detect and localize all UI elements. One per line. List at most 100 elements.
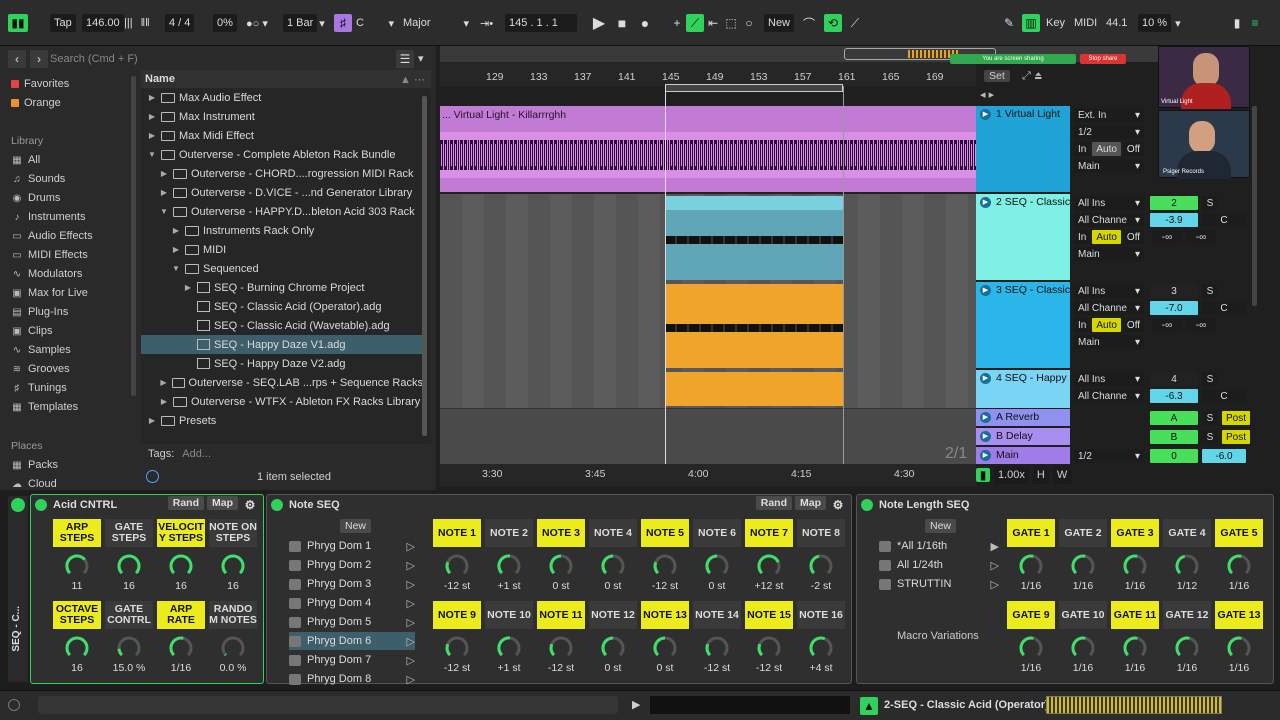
filter-dropdown-icon[interactable]: ▾ xyxy=(418,52,424,65)
knob-dial[interactable] xyxy=(116,553,142,579)
note-map-button[interactable]: Map xyxy=(795,496,826,510)
midi-clip-track-3[interactable] xyxy=(665,284,843,368)
sidebar-item-instruments[interactable]: ♪ Instruments xyxy=(11,211,86,223)
variation-play-icon[interactable]: ▷ xyxy=(991,578,999,591)
volume-field[interactable]: -7.0 xyxy=(1150,301,1198,315)
browser-row[interactable]: ▶ Max Audio Effect xyxy=(141,88,423,107)
input-type-select[interactable]: All Ins ▾ xyxy=(1074,196,1144,210)
sidebar-item-audio-effects[interactable]: ▭ Audio Effects xyxy=(11,230,92,242)
meter-icon[interactable]: ▮ xyxy=(976,468,990,482)
knob-dial[interactable] xyxy=(704,553,730,579)
chevron-down-icon[interactable]: ▼ xyxy=(159,207,169,216)
prev-locator-icon[interactable]: ◂ ▸ xyxy=(980,88,994,101)
scale-mode-icon[interactable]: ♯ xyxy=(334,14,352,32)
browser-row[interactable]: ▼ Outerverse - Complete Ableton Rack Bund… xyxy=(141,145,423,164)
solo-button[interactable]: S xyxy=(1202,430,1218,444)
input-type-select[interactable]: Ext. In ▾ xyxy=(1074,108,1144,122)
monitor-auto-button[interactable]: Auto xyxy=(1092,230,1121,244)
knob-dial[interactable] xyxy=(1226,635,1252,661)
punch-icon[interactable]: ⟋ xyxy=(846,14,864,32)
sidebar-item-tunings[interactable]: ♯ Tunings xyxy=(11,382,67,394)
output-select[interactable]: Main ▾ xyxy=(1074,335,1144,349)
time-ruler[interactable]: 3:30 3:45 4:00 4:15 4:30 xyxy=(440,464,976,486)
track-activator-button[interactable]: 4 xyxy=(1150,372,1198,386)
audio-clip-virtual-light[interactable]: ... Virtual Light - Killarrrghh xyxy=(440,106,976,192)
sidebar-item-midi-effects[interactable]: ▭ MIDI Effects xyxy=(11,249,87,261)
knob-dial[interactable] xyxy=(1122,635,1148,661)
capture-icon[interactable]: ⬚ xyxy=(722,14,740,32)
pencil-icon[interactable]: ✎ xyxy=(1000,14,1018,32)
volume-field[interactable]: -3.9 xyxy=(1150,213,1198,227)
track-fold-icon[interactable]: ▶ xyxy=(980,197,991,208)
browser-row[interactable]: ▶ Outerverse - CHORD....rogression MIDI R… xyxy=(141,164,423,183)
knob-dial[interactable] xyxy=(808,635,834,661)
knob-dial[interactable] xyxy=(64,553,90,579)
collection-orange[interactable]: Orange xyxy=(11,97,61,109)
track-activator-button[interactable]: 0 xyxy=(1150,449,1198,463)
knob-dial[interactable] xyxy=(1226,553,1252,579)
sidebar-item-drums[interactable]: ◉ Drums xyxy=(11,192,61,204)
search-input[interactable]: Search (Cmd + F) xyxy=(50,51,390,67)
places-item-cloud[interactable]: ☁ Cloud xyxy=(11,478,57,490)
knob-dial[interactable] xyxy=(444,553,470,579)
browser-row[interactable]: ▶ Max Midi Effect xyxy=(141,126,423,145)
camera-icon[interactable] xyxy=(879,559,891,571)
variation-play-icon[interactable]: ▷ xyxy=(407,540,415,553)
zoom-field[interactable]: 1.00x xyxy=(994,466,1029,484)
knob-dial[interactable] xyxy=(220,553,246,579)
note-settings-icon[interactable]: ⚙ xyxy=(829,496,847,514)
browser-row[interactable]: ▼ Sequenced xyxy=(141,259,423,278)
chevron-right-icon[interactable]: ▶ xyxy=(171,226,181,235)
stop-share-button[interactable]: Stop share xyxy=(1080,54,1126,64)
sidebar-item-sounds[interactable]: ♫ Sounds xyxy=(11,173,65,185)
browser-row[interactable]: ▶ Max Instrument xyxy=(141,107,423,126)
track-header-6[interactable]: ▶ B Delay xyxy=(976,428,1070,445)
pan-field[interactable]: C xyxy=(1202,301,1246,315)
note-rand-button[interactable]: Rand xyxy=(755,496,792,510)
tree-scrollbar[interactable] xyxy=(422,96,427,436)
midi-clip-track-4[interactable] xyxy=(665,372,843,406)
back-icon[interactable]: ‹ xyxy=(8,50,26,68)
knob-dial[interactable] xyxy=(548,635,574,661)
camera-icon[interactable] xyxy=(289,540,301,552)
chevron-right-icon[interactable]: ▶ xyxy=(171,245,181,254)
knob-dial[interactable] xyxy=(220,635,246,661)
solo-button[interactable]: S xyxy=(1202,411,1218,425)
new-clip-button[interactable]: New xyxy=(764,14,795,32)
places-item-packs[interactable]: ▦ Packs xyxy=(11,459,58,471)
track-header-3[interactable]: ▶ 3 SEQ - Classic xyxy=(976,282,1070,368)
sidebar-item-templates[interactable]: ▦ Templates xyxy=(11,401,78,413)
browser-row[interactable]: SEQ - Happy Daze V2.adg xyxy=(141,354,423,373)
menu-icon[interactable]: ≡ xyxy=(1246,14,1264,32)
tags-add-field[interactable]: Add... xyxy=(182,448,211,460)
chevron-down-icon[interactable]: ▼ xyxy=(147,150,157,159)
overdub-icon[interactable]: + xyxy=(668,14,686,32)
volume-field[interactable]: -6.3 xyxy=(1150,389,1198,403)
automation-arm-icon[interactable]: ⟋ xyxy=(686,14,704,32)
track-header-4[interactable]: ▶ 4 SEQ - Happy xyxy=(976,370,1070,408)
knob-dial[interactable] xyxy=(1070,635,1096,661)
acid-map-button[interactable]: Map xyxy=(207,496,238,510)
knob-dial[interactable] xyxy=(1174,635,1200,661)
loop-icon[interactable]: ⟲ xyxy=(824,14,842,32)
input-channel-select[interactable]: All Channe ▾ xyxy=(1074,213,1144,227)
set-locator-button[interactable]: Set xyxy=(984,70,1010,82)
knob-dial[interactable] xyxy=(1018,553,1044,579)
knob-dial[interactable] xyxy=(548,553,574,579)
metronome-sync-icon[interactable]: ||| xyxy=(124,17,133,29)
input-type-select[interactable]: All Ins ▾ xyxy=(1074,284,1144,298)
sidebar-item-samples[interactable]: ∿ Samples xyxy=(11,344,71,356)
input-type-select[interactable]: All Ins ▾ xyxy=(1074,372,1144,386)
session-record-icon[interactable]: ○ xyxy=(740,14,758,32)
variation-item[interactable]: Phryg Dom 6 ▷ xyxy=(289,632,415,650)
acid-settings-icon[interactable]: ⚙ xyxy=(241,496,259,514)
camera-icon[interactable] xyxy=(289,635,301,647)
h-button[interactable]: H xyxy=(1032,466,1049,484)
sidebar-item-grooves[interactable]: ≋ Grooves xyxy=(11,363,70,375)
knob-dial[interactable] xyxy=(756,635,782,661)
variation-play-icon[interactable]: ▷ xyxy=(407,597,415,610)
knob-dial[interactable] xyxy=(1070,553,1096,579)
knob-dial[interactable] xyxy=(116,635,142,661)
solo-button[interactable]: S xyxy=(1202,284,1218,298)
browser-row[interactable]: ▼ Outerverse - HAPPY.D...bleton Acid 303 … xyxy=(141,202,423,221)
